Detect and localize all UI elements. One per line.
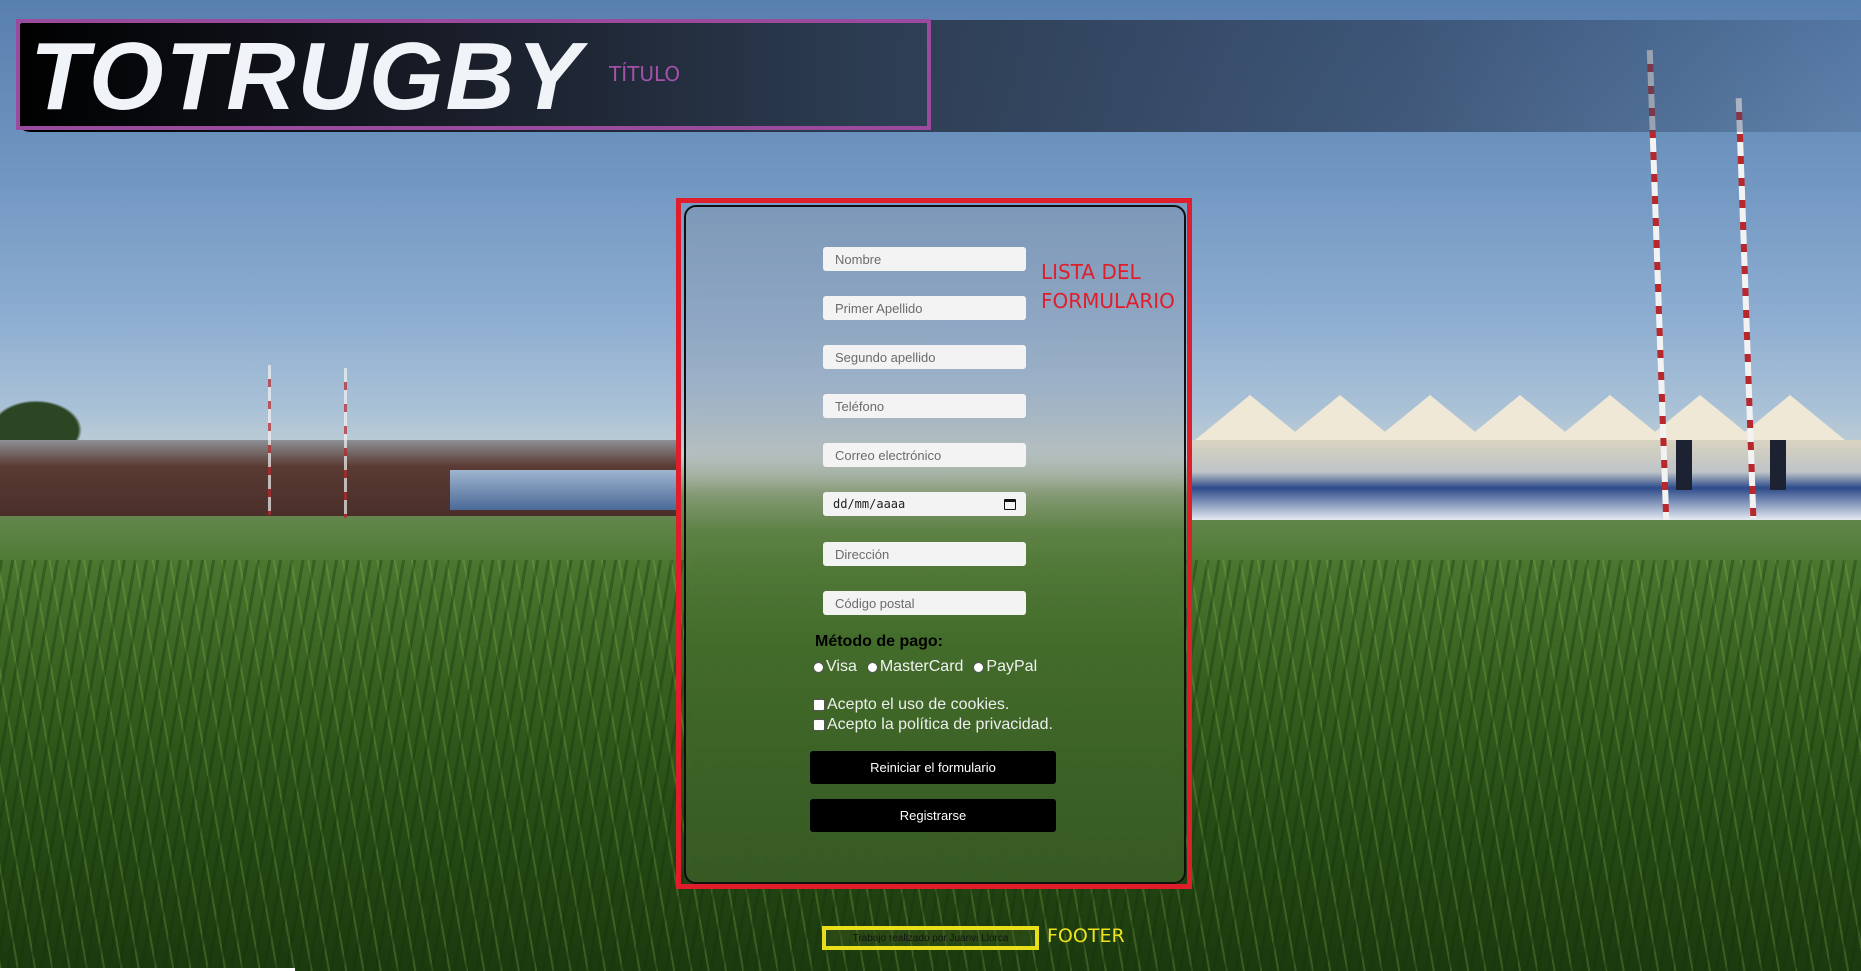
payment-option-mastercard[interactable]: MasterCard: [866, 658, 964, 676]
payment-option-visa[interactable]: Visa: [813, 658, 857, 676]
cookies-checkbox-row[interactable]: Acepto el uso de cookies.: [813, 696, 1009, 714]
footer: Trabajo realizado por Juanvi Llorca: [822, 926, 1039, 950]
calendar-icon[interactable]: [1004, 498, 1016, 510]
background-building-banner: [450, 470, 680, 510]
goal-post-pad: [1676, 440, 1692, 490]
payment-option-paypal[interactable]: PayPal: [973, 658, 1037, 676]
rugby-goal-post: [268, 365, 271, 515]
payment-option-label: PayPal: [986, 658, 1038, 675]
radio-mastercard[interactable]: [866, 661, 878, 673]
form-annotation-label-line1: LISTA DEL: [1041, 260, 1141, 284]
rugby-goal-post: [344, 368, 347, 518]
form-annotation-label-line2: FORMULARIO: [1041, 289, 1175, 313]
codigo-postal-input[interactable]: [823, 591, 1026, 615]
footer-credit-text: Trabajo realizado por Juanvi Llorca: [852, 932, 1009, 944]
privacy-checkbox-label: Acepto la política de privacidad.: [827, 716, 1053, 733]
register-button[interactable]: Registrarse: [810, 799, 1056, 832]
header-annotation-label: TÍTULO: [609, 62, 681, 86]
cookies-checkbox[interactable]: [813, 699, 825, 711]
header-annotation-outline: [16, 19, 931, 130]
reset-form-button[interactable]: Reiniciar el formulario: [810, 751, 1056, 784]
telefono-input[interactable]: [823, 394, 1026, 418]
privacy-checkbox-row[interactable]: Acepto la política de privacidad.: [813, 716, 1053, 734]
payment-option-label: MasterCard: [879, 658, 964, 675]
footer-annotation-label: FOOTER: [1047, 925, 1125, 947]
privacy-checkbox[interactable]: [813, 719, 825, 731]
primer-apellido-input[interactable]: [823, 296, 1026, 320]
radio-visa[interactable]: [813, 661, 824, 673]
cookies-checkbox-label: Acepto el uso de cookies.: [827, 696, 1010, 713]
rugby-field-background: TOTRUGBY TÍTULO LISTA DEL FORMULARIO dd/…: [0, 0, 1861, 971]
payment-option-label: Visa: [826, 658, 857, 675]
date-placeholder: dd/mm/aaaa: [833, 497, 906, 511]
payment-method-options: Visa MasterCard PayPal: [813, 658, 1047, 676]
payment-method-label: Método de pago:: [815, 633, 943, 650]
direccion-input[interactable]: [823, 542, 1026, 566]
background-grandstand: [1190, 440, 1861, 520]
radio-paypal[interactable]: [973, 661, 985, 673]
segundo-apellido-input[interactable]: [823, 345, 1026, 369]
nombre-input[interactable]: [823, 247, 1026, 271]
goal-post-pad: [1770, 440, 1786, 490]
fecha-nacimiento-input[interactable]: dd/mm/aaaa: [823, 492, 1026, 516]
background-trees: [0, 395, 90, 445]
form-annotation-label: LISTA DEL FORMULARIO: [1041, 258, 1201, 316]
correo-input[interactable]: [823, 443, 1026, 467]
